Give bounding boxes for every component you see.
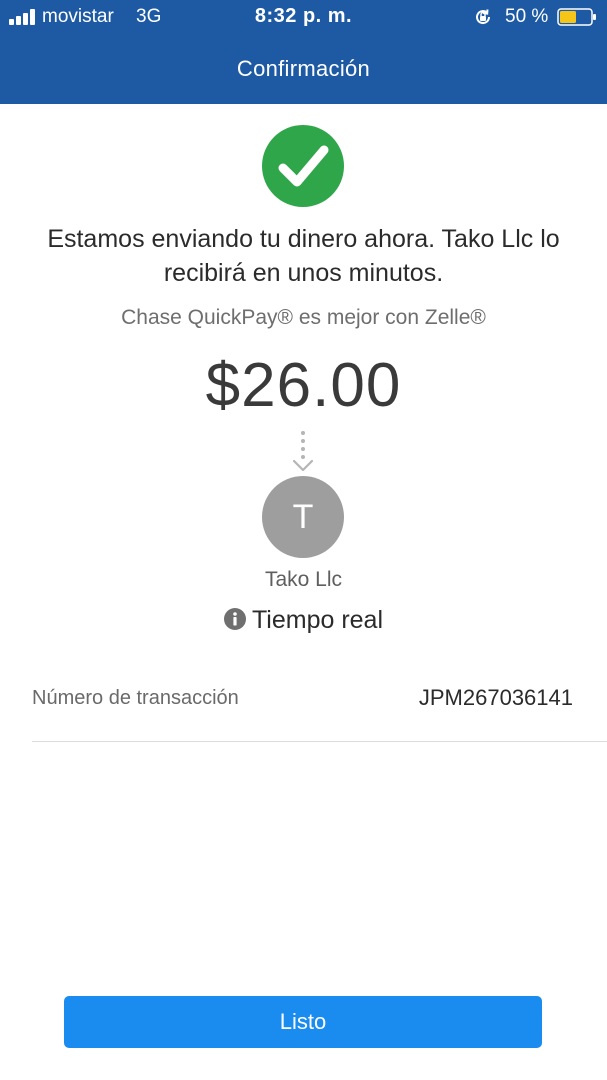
info-icon[interactable]: [223, 608, 246, 630]
delivery-speed[interactable]: Tiempo real: [0, 606, 607, 635]
confirmation-screen: movistar 3G 8:32 p. m. 50 % Confirmación…: [0, 0, 607, 1080]
recipient-name: Tako Llc: [264, 568, 343, 591]
transaction-row: Número de transacción JPM267036141: [32, 676, 607, 742]
battery-percent: 50 %: [505, 6, 549, 27]
done-button[interactable]: Listo: [64, 996, 542, 1048]
battery-icon: [557, 8, 596, 26]
payment-amount: $26.00: [205, 351, 402, 420]
zelle-subtitle: Chase QuickPay® es mejor con Zelle®: [121, 306, 486, 329]
page-title: Confirmación: [236, 56, 371, 81]
status-bar: movistar 3G 8:32 p. m. 50 %: [0, 0, 607, 36]
rotation-lock-icon: [476, 9, 491, 25]
recipient-avatar: T: [262, 476, 344, 558]
transaction-label: Número de transacción: [32, 687, 239, 709]
transfer-arrow-icon: [292, 431, 314, 472]
top-bar: movistar 3G 8:32 p. m. 50 % Confirmación: [0, 0, 607, 104]
transaction-number: JPM267036141: [418, 685, 573, 710]
delivery-speed-label: Tiempo real: [251, 606, 384, 634]
checkmark-circle-icon: [262, 125, 344, 207]
confirmation-message: Estamos enviando tu dinero ahora. Tako L…: [47, 225, 560, 287]
